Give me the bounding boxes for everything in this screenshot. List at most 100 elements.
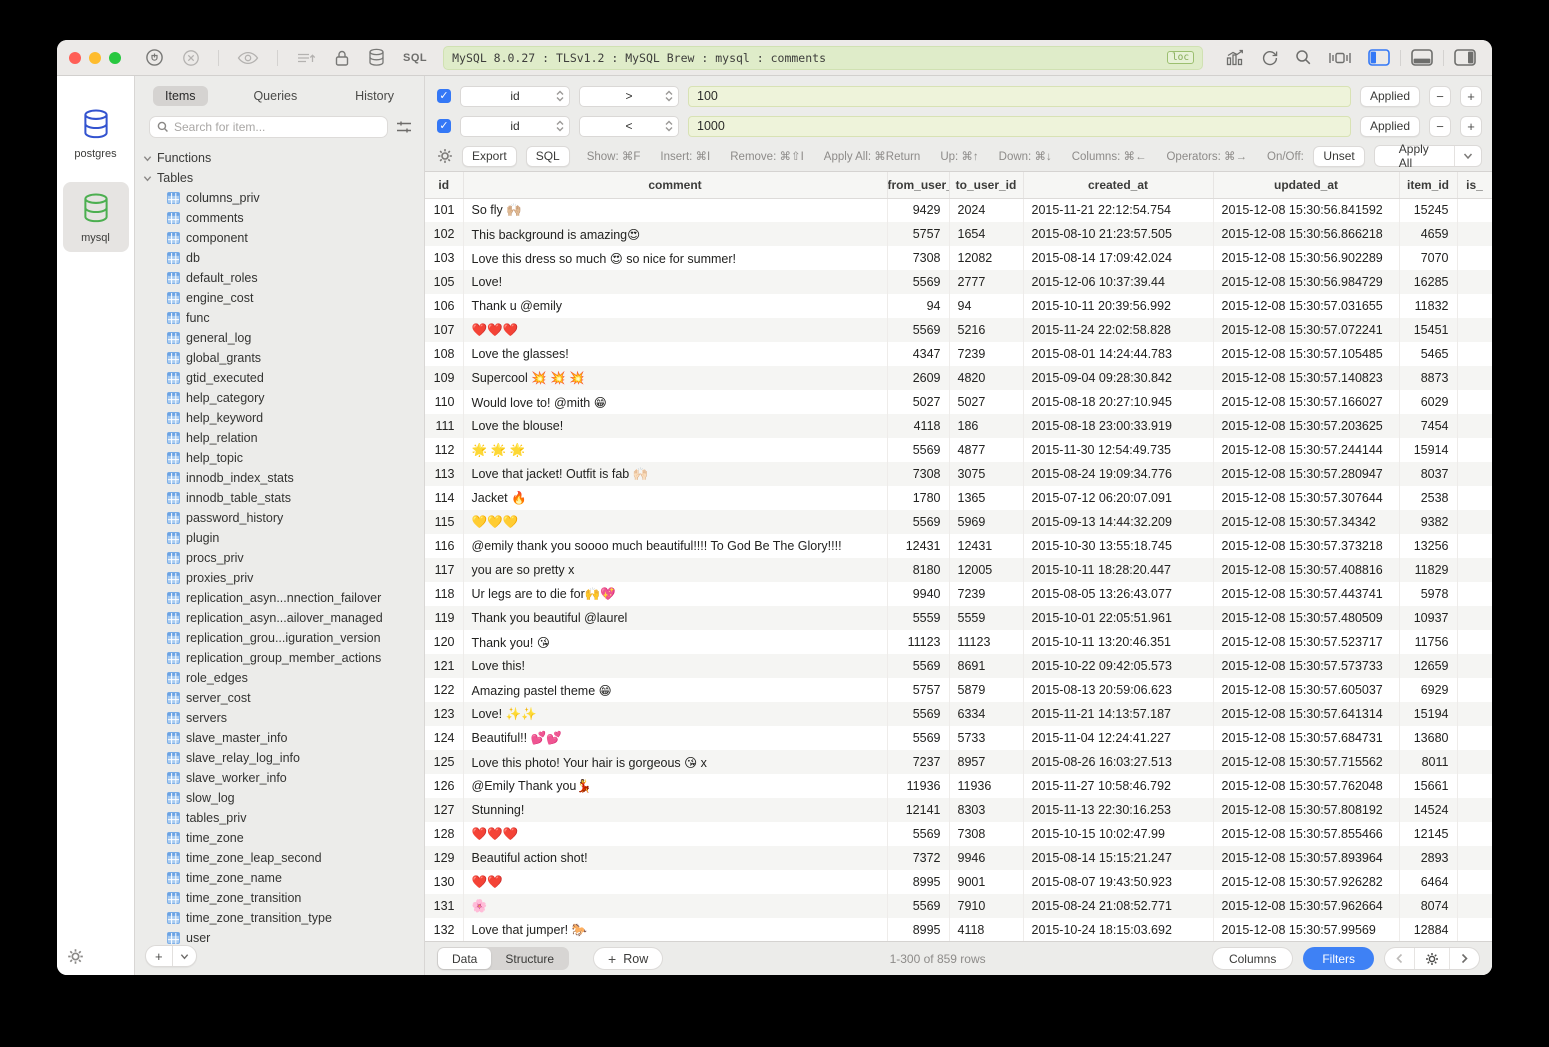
cell-item_id[interactable]: 7070 — [1399, 246, 1457, 270]
cell-from_user_id[interactable]: 5569 — [887, 654, 949, 678]
cell-updated_at[interactable]: 2015-12-08 15:30:57.715562 — [1213, 750, 1399, 774]
cell-id[interactable]: 109 — [425, 366, 463, 390]
table-row[interactable]: 129Beautiful action shot!737299462015-08… — [425, 846, 1492, 870]
cell-is_[interactable] — [1457, 678, 1492, 702]
cell-from_user_id[interactable]: 7308 — [887, 462, 949, 486]
cell-is_[interactable] — [1457, 870, 1492, 894]
cell-id[interactable]: 106 — [425, 294, 463, 318]
cell-to_user_id[interactable]: 5969 — [949, 510, 1023, 534]
cell-from_user_id[interactable]: 8995 — [887, 870, 949, 894]
remove-filter-button[interactable]: − — [1429, 116, 1451, 137]
cell-to_user_id[interactable]: 11936 — [949, 774, 1023, 798]
table-row[interactable]: 110Would love to! @mith 😁502750272015-08… — [425, 390, 1492, 414]
cell-updated_at[interactable]: 2015-12-08 15:30:57.307644 — [1213, 486, 1399, 510]
lock-icon[interactable] — [334, 49, 350, 67]
cell-id[interactable]: 113 — [425, 462, 463, 486]
cell-updated_at[interactable]: 2015-12-08 15:30:57.762048 — [1213, 774, 1399, 798]
cell-to_user_id[interactable]: 8303 — [949, 798, 1023, 822]
cell-is_[interactable] — [1457, 294, 1492, 318]
cell-from_user_id[interactable]: 5569 — [887, 270, 949, 294]
filters-button[interactable]: Filters — [1303, 947, 1374, 970]
column-header-is_[interactable]: is_ — [1457, 172, 1492, 198]
sidebar-table-procs_priv[interactable]: procs_priv — [143, 548, 424, 568]
cell-item_id[interactable]: 5978 — [1399, 582, 1457, 606]
filter-operator-select[interactable]: > — [579, 86, 679, 107]
cell-id[interactable]: 118 — [425, 582, 463, 606]
sidebar-table-global_grants[interactable]: global_grants — [143, 348, 424, 368]
cell-to_user_id[interactable]: 11123 — [949, 630, 1023, 654]
cell-id[interactable]: 124 — [425, 726, 463, 750]
cell-item_id[interactable]: 15194 — [1399, 702, 1457, 726]
cell-comment[interactable]: Thank you! 😘 — [463, 630, 887, 654]
tab-items[interactable]: Items — [153, 86, 208, 106]
cell-to_user_id[interactable]: 1365 — [949, 486, 1023, 510]
cell-is_[interactable] — [1457, 414, 1492, 438]
cell-to_user_id[interactable]: 4877 — [949, 438, 1023, 462]
cell-item_id[interactable]: 12884 — [1399, 918, 1457, 941]
sidebar-table-component[interactable]: component — [143, 228, 424, 248]
cell-id[interactable]: 130 — [425, 870, 463, 894]
cell-is_[interactable] — [1457, 654, 1492, 678]
column-header-to_user_id[interactable]: to_user_id — [949, 172, 1023, 198]
cell-from_user_id[interactable]: 7308 — [887, 246, 949, 270]
disconnect-icon[interactable] — [182, 49, 200, 67]
sidebar-table-slave_worker_info[interactable]: slave_worker_info — [143, 768, 424, 788]
cell-from_user_id[interactable]: 2609 — [887, 366, 949, 390]
zoom-window-button[interactable] — [109, 52, 121, 64]
minimize-window-button[interactable] — [89, 52, 101, 64]
cell-is_[interactable] — [1457, 606, 1492, 630]
table-row[interactable]: 127Stunning!1214183032015-11-13 22:30:16… — [425, 798, 1492, 822]
cell-id[interactable]: 103 — [425, 246, 463, 270]
cell-id[interactable]: 131 — [425, 894, 463, 918]
cell-to_user_id[interactable]: 5879 — [949, 678, 1023, 702]
cell-is_[interactable] — [1457, 438, 1492, 462]
cell-id[interactable]: 126 — [425, 774, 463, 798]
cell-is_[interactable] — [1457, 342, 1492, 366]
cell-is_[interactable] — [1457, 822, 1492, 846]
cell-is_[interactable] — [1457, 582, 1492, 606]
cell-item_id[interactable]: 16285 — [1399, 270, 1457, 294]
cell-created_at[interactable]: 2015-12-06 10:37:39.44 — [1023, 270, 1213, 294]
cell-updated_at[interactable]: 2015-12-08 15:30:57.480509 — [1213, 606, 1399, 630]
cell-from_user_id[interactable]: 7372 — [887, 846, 949, 870]
table-row[interactable]: 107❤️❤️❤️556952162015-11-24 22:02:58.828… — [425, 318, 1492, 342]
cell-created_at[interactable]: 2015-08-07 19:43:50.923 — [1023, 870, 1213, 894]
cell-is_[interactable] — [1457, 486, 1492, 510]
data-grid[interactable]: idcommentfrom_user_idto_user_idcreated_a… — [425, 172, 1492, 941]
cell-updated_at[interactable]: 2015-12-08 15:30:56.866218 — [1213, 222, 1399, 246]
cell-id[interactable]: 101 — [425, 198, 463, 222]
cell-updated_at[interactable]: 2015-12-08 15:30:57.962664 — [1213, 894, 1399, 918]
cell-item_id[interactable]: 4659 — [1399, 222, 1457, 246]
cell-is_[interactable] — [1457, 558, 1492, 582]
table-row[interactable]: 130❤️❤️899590012015-08-07 19:43:50.92320… — [425, 870, 1492, 894]
sidebar-table-columns_priv[interactable]: columns_priv — [143, 188, 424, 208]
sidebar-table-password_history[interactable]: password_history — [143, 508, 424, 528]
unset-button[interactable]: Unset — [1313, 146, 1364, 167]
cell-created_at[interactable]: 2015-08-05 13:26:43.077 — [1023, 582, 1213, 606]
cell-updated_at[interactable]: 2015-12-08 15:30:57.893964 — [1213, 846, 1399, 870]
cell-to_user_id[interactable]: 4118 — [949, 918, 1023, 941]
cell-item_id[interactable]: 13680 — [1399, 726, 1457, 750]
cell-comment[interactable]: @emily thank you soooo much beautiful!!!… — [463, 534, 887, 558]
sidebar-table-default_roles[interactable]: default_roles — [143, 268, 424, 288]
cell-is_[interactable] — [1457, 918, 1492, 941]
cell-comment[interactable]: ❤️❤️❤️ — [463, 822, 887, 846]
column-header-item_id[interactable]: item_id — [1399, 172, 1457, 198]
cell-updated_at[interactable]: 2015-12-08 15:30:57.684731 — [1213, 726, 1399, 750]
cell-comment[interactable]: 🌸 — [463, 894, 887, 918]
cell-is_[interactable] — [1457, 846, 1492, 870]
cell-from_user_id[interactable]: 9429 — [887, 198, 949, 222]
cell-item_id[interactable]: 2538 — [1399, 486, 1457, 510]
cell-to_user_id[interactable]: 7910 — [949, 894, 1023, 918]
cell-created_at[interactable]: 2015-08-26 16:03:27.513 — [1023, 750, 1213, 774]
tree-section-functions[interactable]: Functions — [143, 148, 424, 168]
cell-comment[interactable]: Love this photo! Your hair is gorgeous 😘… — [463, 750, 887, 774]
add-item-menu-button[interactable] — [172, 946, 196, 966]
sidebar-table-time_zone_transition_type[interactable]: time_zone_transition_type — [143, 908, 424, 928]
cell-comment[interactable]: ❤️❤️ — [463, 870, 887, 894]
apply-all-button[interactable]: Apply All — [1374, 145, 1482, 167]
cell-item_id[interactable]: 12145 — [1399, 822, 1457, 846]
table-row[interactable]: 124Beautiful!! 💕💕556957332015-11-04 12:2… — [425, 726, 1492, 750]
cell-id[interactable]: 115 — [425, 510, 463, 534]
settings-gear-icon[interactable] — [67, 948, 84, 965]
